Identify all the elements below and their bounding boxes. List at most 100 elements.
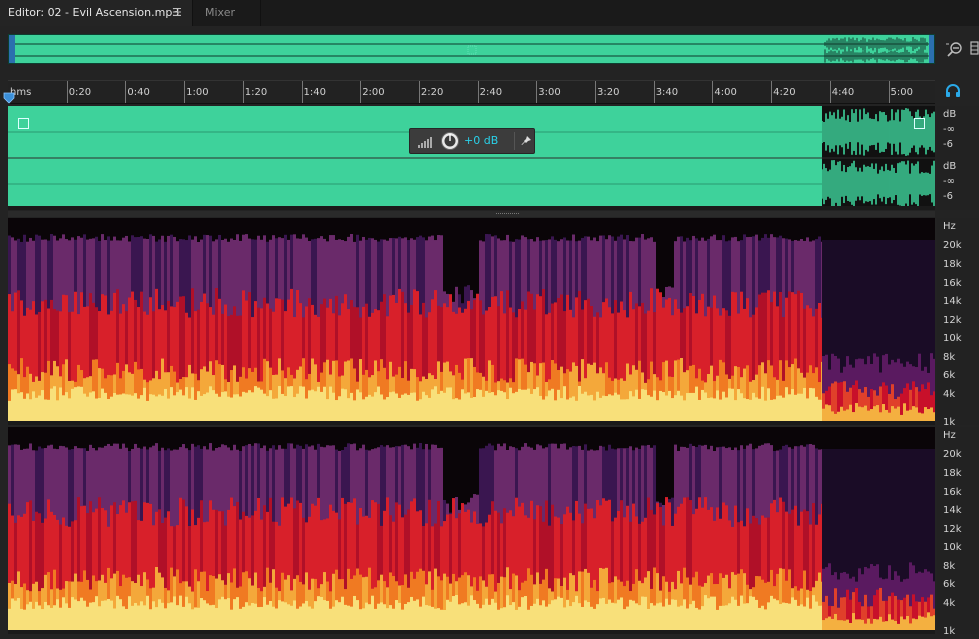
spectral-column-base [614, 392, 617, 425]
spectral-column-base [242, 606, 245, 634]
spectral-column-base [338, 396, 341, 425]
db-unit-1: dB [943, 109, 957, 120]
overview-navigator[interactable] [8, 34, 935, 64]
hz-label: 14k [943, 296, 962, 307]
spectral-column-base [368, 604, 371, 634]
pin-icon[interactable] [520, 135, 532, 147]
tick-label: 4:40 [831, 87, 855, 98]
volume-hud[interactable]: +0 dB [409, 128, 535, 154]
headphones-icon[interactable] [945, 84, 961, 98]
hz-label: 16k [943, 487, 962, 498]
spectral-column-base [602, 395, 605, 425]
waveform-display[interactable] [8, 106, 935, 210]
spectral-column-base [566, 599, 569, 634]
tab-mixer[interactable]: Mixer [193, 0, 261, 26]
spectral-column-base [455, 595, 458, 634]
spectral-column-base [203, 600, 206, 634]
spectral-column-base [113, 393, 116, 425]
spectral-column-base [149, 394, 152, 425]
spectral-channel-1[interactable] [8, 218, 935, 425]
spectral-column-base [38, 395, 41, 425]
spectral-column-base [131, 395, 134, 425]
spectral-column-base [257, 387, 260, 425]
spectral-column-base [290, 386, 293, 425]
spectral-column-base [710, 397, 713, 425]
zoom-out-icon[interactable] [945, 39, 965, 59]
volume-value: +0 dB [464, 134, 499, 147]
hamburger-icon[interactable]: ☰ [172, 0, 182, 26]
resize-grip-icon[interactable] [496, 212, 520, 215]
spectral-column-base [26, 604, 29, 634]
spectral-column-base [581, 393, 584, 425]
spectral-column-base [797, 393, 800, 425]
spectral-column-base [713, 596, 716, 634]
spectral-column-base [407, 602, 410, 634]
spectral-column-base [236, 597, 239, 634]
spectral-column-base [98, 397, 101, 425]
spectral-column-base [659, 390, 662, 425]
spectral-column-base [464, 393, 467, 425]
spectral-column-base [272, 606, 275, 634]
spectral-column-base [365, 602, 368, 634]
spectral-column-base [536, 598, 539, 634]
volume-knob-icon[interactable] [440, 131, 460, 151]
spectral-column-base [125, 394, 128, 425]
channel-2-enable-icon[interactable] [914, 118, 925, 129]
tick-label: 1:00 [186, 87, 209, 98]
hz-label: 20k [943, 240, 962, 251]
spectral-channel-2[interactable] [8, 427, 935, 634]
tick-label: 0:20 [68, 87, 92, 98]
spectral-column-base [83, 393, 86, 425]
spectral-column-base [122, 393, 125, 425]
timeline-ruler[interactable]: hms 0:20 0:40 1:00 1:20 1:40 2:00 2:20 2:40 3:00 3… [8, 80, 935, 104]
spectral-column-base [263, 393, 266, 425]
view-divider[interactable] [8, 211, 935, 217]
spectral-column-base [254, 386, 257, 425]
spectral-column-base [383, 604, 386, 634]
spectral-column-base [809, 387, 812, 425]
db-inf-2: -∞ [943, 176, 955, 187]
spectral-column-base [695, 386, 698, 425]
spectral-column-base [800, 393, 803, 425]
spectral-column-base [752, 392, 755, 425]
panel-menu-icon[interactable] [970, 39, 979, 57]
channel-1-enable-icon[interactable] [18, 118, 29, 129]
spectral-column-base [17, 393, 20, 425]
spectral-column-base [419, 606, 422, 634]
tab-editor[interactable]: Editor: 02 - Evil Ascension.mp3 ☰ [0, 0, 193, 26]
spectral-column-base [485, 390, 488, 425]
spectral-column-base [551, 388, 554, 425]
spectral-column-base [308, 390, 311, 425]
tick-mark [184, 81, 186, 103]
spectral-column-base [650, 603, 653, 634]
spectral-column-base [101, 388, 104, 425]
spectral-column-base [359, 392, 362, 425]
spectral-column-base [785, 387, 788, 425]
hz-label: 8k [943, 352, 956, 363]
spectral-column-base [116, 394, 119, 425]
spectral-column-base [212, 604, 215, 634]
spectral-column-base [545, 606, 548, 634]
spectral-column-base [284, 396, 287, 425]
spectral-column-base [791, 389, 794, 425]
spectral-column-base [302, 603, 305, 634]
spectral-column-base [560, 398, 563, 425]
spectral-column-base [560, 597, 563, 634]
spectral-column-base [587, 395, 590, 425]
spectral-column-base [803, 606, 806, 634]
spectral-column-base [50, 388, 53, 425]
spectral-column-base [401, 394, 404, 425]
tab-mixer-label: Mixer [205, 6, 236, 19]
spectral-column-base [755, 397, 758, 425]
spectral-column-base [749, 596, 752, 634]
spectral-column-base [164, 388, 167, 425]
hz-unit: Hz [943, 430, 956, 441]
spectral-column-base [524, 596, 527, 634]
spectral-column-base [74, 387, 77, 425]
spectral-column-base [119, 599, 122, 634]
hz-label: 14k [943, 505, 962, 516]
spectral-column-base [143, 605, 146, 634]
spectral-column-base [527, 388, 530, 425]
playhead-marker-icon[interactable] [3, 92, 15, 104]
spectral-column-base [779, 604, 782, 634]
